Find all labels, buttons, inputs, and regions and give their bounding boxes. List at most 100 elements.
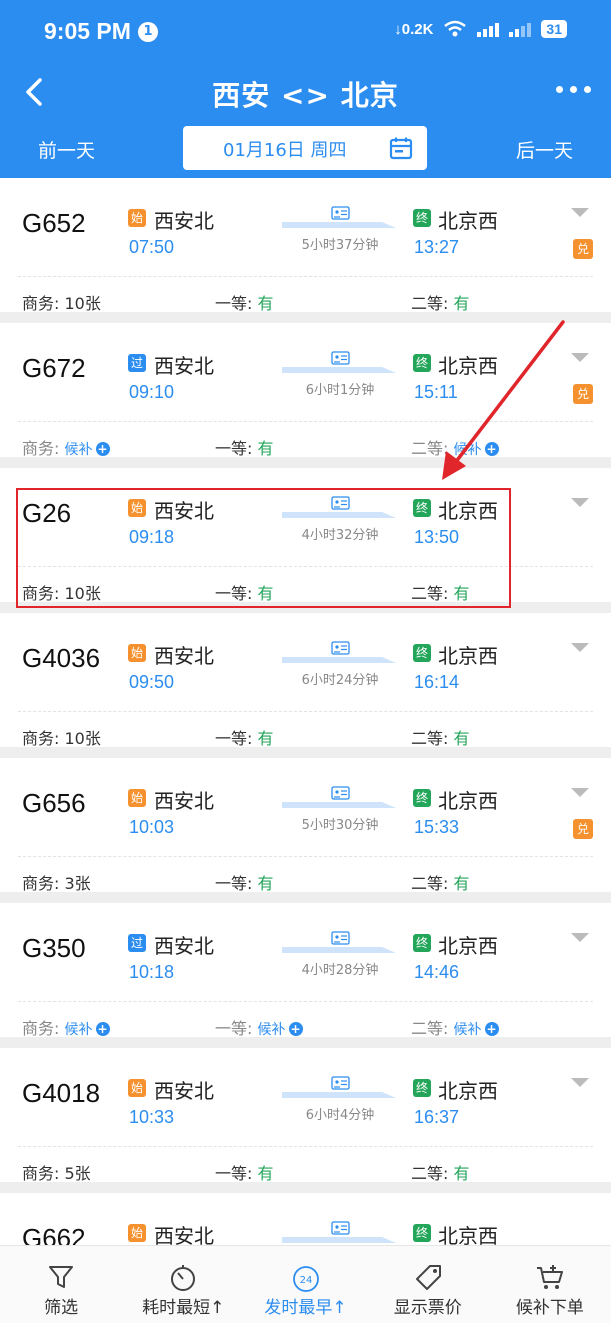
seat-availability: 有 xyxy=(257,439,274,458)
tab-show-price[interactable]: 显示票价 xyxy=(367,1246,489,1323)
seat-first-class[interactable]: 一等: 有 xyxy=(215,870,274,894)
arrival-time: 14:46 xyxy=(414,962,460,982)
status-time: 9:05 PM xyxy=(44,18,131,44)
expand-chevron-icon[interactable] xyxy=(571,498,589,507)
seat-second-class[interactable]: 二等: 有 xyxy=(411,870,470,894)
seat-first-label: 一等: xyxy=(215,1164,253,1183)
signal-icon xyxy=(477,21,500,37)
price-tag-icon xyxy=(415,1265,441,1290)
route-arrow-icon xyxy=(282,641,396,663)
seat-availability: 有 xyxy=(453,874,470,893)
signal-2-icon xyxy=(509,21,532,37)
train-card[interactable]: G652 始西安北 07:50 5小时37分钟 终北京西 13:27 兑商务: 10张 一等:… xyxy=(0,178,611,314)
header-bar: 9:05 PM 1 ↓0.2K 31 西安 <> 北京 前一天 01月16日 周… xyxy=(0,0,611,178)
seat-second-class[interactable]: 二等: 候补 + xyxy=(411,435,499,459)
seat-waitlist[interactable]: 候补 xyxy=(65,1022,93,1038)
train-card[interactable]: G656 始西安北 10:03 5小时30分钟 终北京西 15:33 兑商务: 3张 一等: … xyxy=(0,758,611,894)
seat-first-label: 一等: xyxy=(215,1019,253,1038)
tab-filter[interactable]: 筛选 xyxy=(0,1246,122,1323)
seat-second-class[interactable]: 二等: 有 xyxy=(411,725,470,749)
departure-time: 07:50 xyxy=(129,237,175,257)
departure-time: 10:33 xyxy=(129,1107,175,1127)
add-waitlist-icon[interactable]: + xyxy=(95,1022,110,1036)
tab-waitlist-label: 候补下单 xyxy=(515,1298,584,1318)
expand-chevron-icon[interactable] xyxy=(571,208,589,217)
seat-first-label: 一等: xyxy=(215,729,253,748)
more-options-icon[interactable] xyxy=(556,86,591,93)
seat-second-class[interactable]: 二等: 有 xyxy=(411,1160,470,1184)
seat-count: 3张 xyxy=(64,874,91,893)
seat-first-label: 一等: xyxy=(215,874,253,893)
clock-24-icon: 24 xyxy=(292,1266,319,1292)
card-divider xyxy=(18,711,593,712)
arrival-station: 北京西 xyxy=(438,209,498,233)
seat-second-label: 二等: xyxy=(411,874,449,893)
departure-station: 西安北 xyxy=(154,934,214,958)
date-picker[interactable]: 01月16日 周四 xyxy=(183,126,427,170)
arrival-time: 13:27 xyxy=(414,237,460,257)
arrival-time: 15:33 xyxy=(414,817,460,837)
route-title[interactable]: 西安 <> 北京 xyxy=(0,74,611,114)
seat-waitlist[interactable]: 候补 xyxy=(65,442,93,458)
filter-icon xyxy=(49,1266,74,1288)
seat-business[interactable]: 商务: 10张 xyxy=(22,725,101,749)
highlight-box xyxy=(16,488,511,608)
arrival-type-badge: 终 xyxy=(413,644,431,662)
trip-duration: 5小时37分钟 xyxy=(301,238,379,253)
seat-business[interactable]: 商务: 5张 xyxy=(22,1160,91,1184)
expand-chevron-icon[interactable] xyxy=(571,788,589,797)
train-card[interactable]: G4018 始西安北 10:33 6小时4分钟 终北京西 16:37 商务: 5张 一等: 有… xyxy=(0,1048,611,1184)
arrival-time: 15:11 xyxy=(414,382,458,402)
train-number: G652 xyxy=(22,208,86,238)
tab-earliest[interactable]: 24 发时最早↑ xyxy=(244,1246,366,1323)
add-waitlist-icon[interactable]: + xyxy=(484,442,499,456)
tab-waitlist-order[interactable]: 候补下单 xyxy=(489,1246,611,1323)
seat-first-class[interactable]: 一等: 有 xyxy=(215,725,274,749)
seat-first-class[interactable]: 一等: 候补 + xyxy=(215,1015,303,1039)
seat-business[interactable]: 商务: 3张 xyxy=(22,870,91,894)
add-waitlist-icon[interactable]: + xyxy=(484,1022,499,1036)
seat-business-label: 商务: xyxy=(22,874,60,893)
status-bar: 9:05 PM 1 ↓0.2K 31 xyxy=(0,0,611,64)
train-number: G4036 xyxy=(22,643,101,673)
seat-business[interactable]: 商务: 10张 xyxy=(22,290,101,314)
seat-waitlist[interactable]: 候补 xyxy=(454,442,482,458)
add-waitlist-icon[interactable]: + xyxy=(288,1022,303,1036)
seat-business[interactable]: 商务: 候补 + xyxy=(22,435,110,459)
seat-second-label: 二等: xyxy=(411,729,449,748)
status-right: ↓0.2K 31 xyxy=(394,20,567,38)
next-day-button[interactable]: 后一天 xyxy=(516,136,573,163)
departure-type-badge: 过 xyxy=(128,934,146,952)
arrival-type-badge: 终 xyxy=(413,1079,431,1097)
tab-shortest[interactable]: 耗时最短↑ xyxy=(122,1246,244,1323)
train-card[interactable]: G350 过西安北 10:18 4小时28分钟终北京西 14:46 商务: 候补 + 一等: … xyxy=(0,903,611,1039)
exchange-badge[interactable]: 兑 xyxy=(573,384,593,404)
expand-chevron-icon[interactable] xyxy=(571,643,589,652)
arrival-type-badge: 终 xyxy=(413,934,431,952)
trip-duration: 6小时1分钟 xyxy=(305,383,375,398)
seat-second-label: 二等: xyxy=(411,439,449,458)
seat-second-label: 二等: xyxy=(411,1019,449,1038)
train-card[interactable]: G662 始西安北 终北京西 xyxy=(0,1193,611,1245)
train-card[interactable]: G4036 始西安北 09:50 6小时24分钟 终北京西 16:14 商务: 10张 一等:… xyxy=(0,613,611,749)
departure-station: 西安北 xyxy=(154,354,214,378)
expand-chevron-icon[interactable] xyxy=(571,353,589,362)
seat-second-class[interactable]: 二等: 候补 + xyxy=(411,1015,499,1039)
seat-second-class[interactable]: 二等: 有 xyxy=(411,290,470,314)
train-card[interactable]: G672 过西安北 09:10 6小时1分钟终北京西 15:11 兑商务: 候补 + 一等: … xyxy=(0,323,611,459)
seat-first-class[interactable]: 一等: 有 xyxy=(215,1160,274,1184)
seat-first-class[interactable]: 一等: 有 xyxy=(215,435,274,459)
expand-chevron-icon[interactable] xyxy=(571,933,589,942)
seat-first-class[interactable]: 一等: 有 xyxy=(215,290,274,314)
add-waitlist-icon[interactable]: + xyxy=(95,442,110,456)
trip-duration: 6小时4分钟 xyxy=(305,1108,375,1123)
expand-chevron-icon[interactable] xyxy=(571,1078,589,1087)
seat-waitlist[interactable]: 候补 xyxy=(454,1022,482,1038)
exchange-badge[interactable]: 兑 xyxy=(573,819,593,839)
tab-filter-label: 筛选 xyxy=(44,1298,79,1318)
seat-waitlist[interactable]: 候补 xyxy=(258,1022,286,1038)
seat-business[interactable]: 商务: 候补 + xyxy=(22,1015,110,1039)
seat-count: 5张 xyxy=(64,1164,91,1183)
exchange-badge[interactable]: 兑 xyxy=(573,239,593,259)
prev-day-button[interactable]: 前一天 xyxy=(38,136,95,163)
